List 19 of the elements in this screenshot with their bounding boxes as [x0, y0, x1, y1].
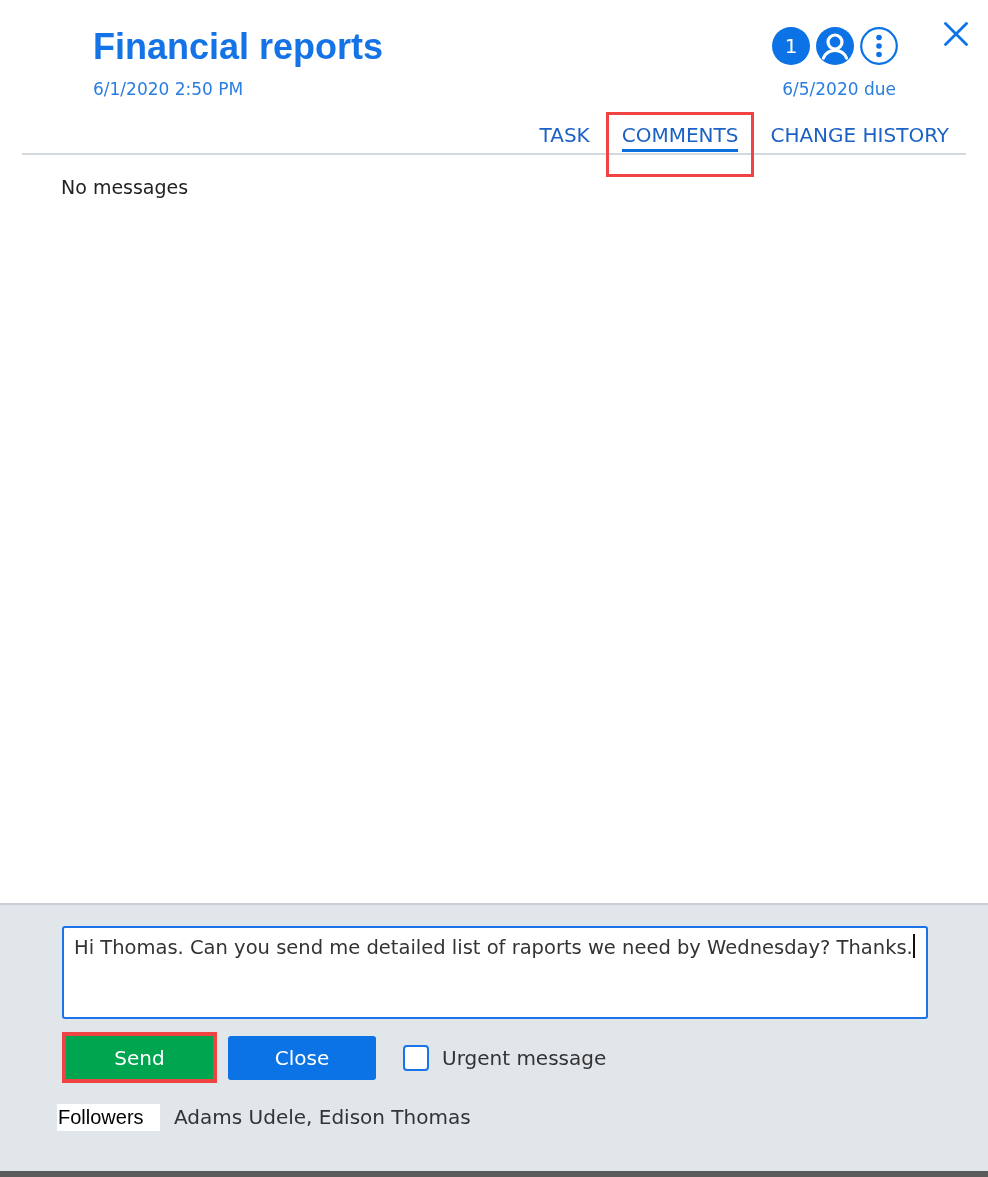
- message-field[interactable]: Hi Thomas. Can you send me detailed list of raports we need by Wednesday? Thanks.: [62, 926, 928, 1019]
- urgent-checkbox[interactable]: [403, 1044, 429, 1071]
- tab[interactable]: TASK: [523, 112, 606, 153]
- more-options-icon[interactable]: [860, 27, 898, 65]
- followers-names: Adams Udele, Edison Thomas: [174, 1104, 471, 1131]
- task-title: Financial reports: [93, 25, 384, 69]
- created-date: 6/1/2020 2:50 PM: [93, 79, 245, 99]
- due-date: 6/5/2020 due: [782, 79, 896, 99]
- no-messages-text: No messages: [61, 176, 189, 198]
- text-cursor: [912, 934, 915, 958]
- send-button[interactable]: Send: [62, 1032, 217, 1083]
- close-button[interactable]: Close: [228, 1035, 376, 1080]
- tab[interactable]: COMMENTS: [605, 112, 755, 177]
- close-icon[interactable]: [944, 22, 968, 46]
- user-avatar-icon[interactable]: [816, 27, 854, 65]
- tab[interactable]: CHANGE HISTORY: [754, 112, 965, 153]
- followers-label: Followers: [57, 1103, 160, 1131]
- urgent-message-label: Urgent message: [442, 1044, 607, 1072]
- count-badge[interactable]: 1: [772, 27, 810, 65]
